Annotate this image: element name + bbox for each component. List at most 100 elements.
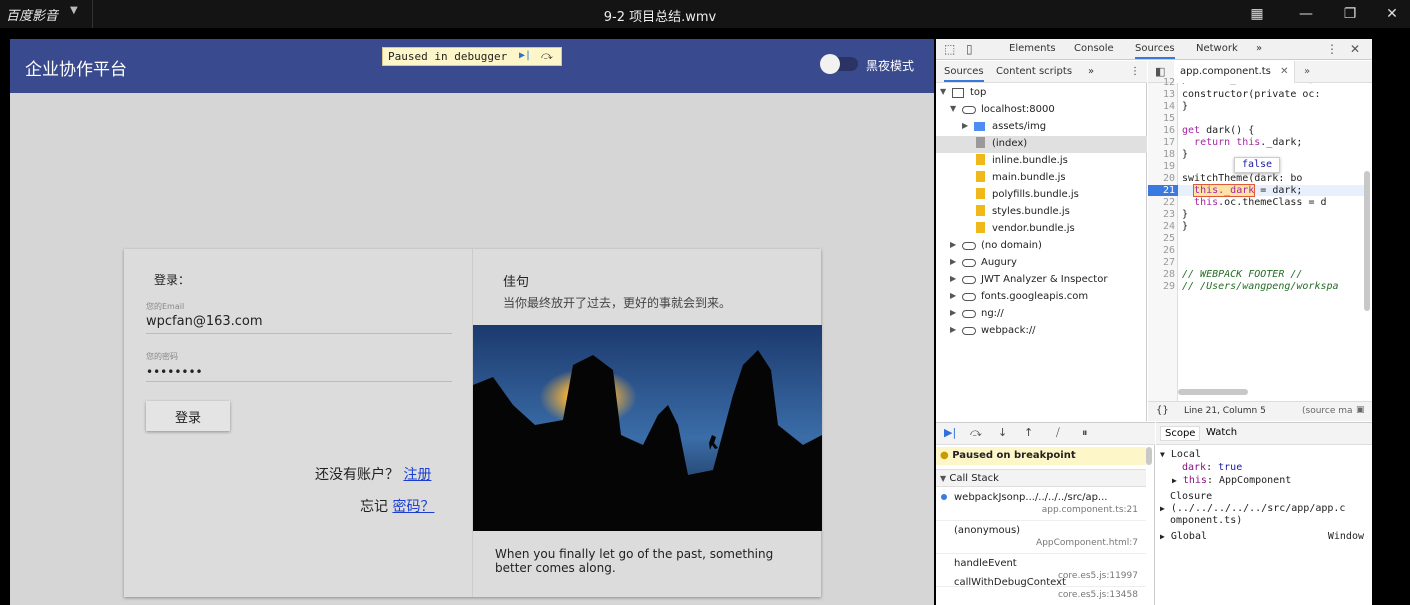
- tab-scope[interactable]: Scope: [1160, 426, 1201, 441]
- call-frame[interactable]: webpackJsonp.../../../../src/ap... app.c…: [936, 488, 1146, 521]
- tree-item-webpack[interactable]: ▶ webpack://: [936, 323, 1147, 340]
- tab-console[interactable]: Console: [1074, 43, 1114, 54]
- coverage-icon[interactable]: ▣: [1356, 405, 1365, 415]
- tree-item-fonts-googleapis[interactable]: ▶ fonts.googleapis.com: [936, 289, 1147, 306]
- password-field[interactable]: ••••••••: [146, 365, 203, 379]
- line-number[interactable]: 20: [1148, 173, 1175, 184]
- code-area[interactable]: private _dark = false; constructor(priva…: [1178, 83, 1364, 401]
- tree-item-vendor-bundle[interactable]: vendor.bundle.js: [936, 221, 1147, 238]
- code-line: switchTheme(dark: bo: [1182, 173, 1303, 184]
- resume-icon[interactable]: ▶|: [519, 50, 535, 64]
- editor-tab-app-component[interactable]: app.component.ts ✕: [1174, 61, 1296, 83]
- more-tabs-icon[interactable]: »: [1256, 43, 1262, 54]
- tree-item-top[interactable]: ▼ top: [936, 85, 1147, 102]
- tree-item-styles-bundle[interactable]: styles.bundle.js: [936, 204, 1147, 221]
- more-nav-tabs-icon[interactable]: »: [1088, 66, 1094, 77]
- tab-nav-sources[interactable]: Sources: [944, 66, 984, 82]
- line-number[interactable]: 29: [1148, 281, 1175, 292]
- line-number[interactable]: 19: [1148, 161, 1175, 172]
- tab-watch[interactable]: Watch: [1206, 427, 1237, 438]
- tree-item-index[interactable]: (index): [936, 136, 1147, 153]
- inspect-icon[interactable]: ⬚: [944, 42, 955, 56]
- step-into-icon[interactable]: ↓: [998, 426, 1007, 439]
- email-label: 您的Email: [146, 302, 185, 311]
- debugger-scrollbar[interactable]: [1146, 447, 1152, 465]
- tab-sources[interactable]: Sources: [1135, 43, 1175, 59]
- line-number[interactable]: 18: [1148, 149, 1175, 160]
- deactivate-breakpoints-icon[interactable]: ⧸: [1056, 426, 1060, 440]
- forgot-password-link[interactable]: 密码？: [392, 499, 434, 515]
- tree-item-main-bundle[interactable]: main.bundle.js: [936, 170, 1147, 187]
- pretty-print-icon[interactable]: {}: [1156, 405, 1169, 416]
- dark-mode-toggle[interactable]: [820, 54, 858, 74]
- resume-icon[interactable]: ▶|: [944, 426, 956, 439]
- close-tab-icon[interactable]: ✕: [1280, 66, 1288, 77]
- tree-item-jwt-analyzer[interactable]: ▶ JWT Analyzer & Inspector: [936, 272, 1147, 289]
- code-line: constructor(private oc:: [1182, 89, 1321, 100]
- email-field[interactable]: wpcfan@163.com: [146, 314, 263, 329]
- scope-global[interactable]: ▶ Global Window: [1160, 531, 1368, 542]
- step-over-icon[interactable]: ⤼: [541, 49, 557, 63]
- call-frame[interactable]: callWithDebugContext core.es5.js:13458: [936, 573, 1146, 605]
- pause-on-exceptions-icon[interactable]: ⏸: [1082, 426, 1088, 440]
- call-frame[interactable]: (anonymous) AppComponent.html:7: [936, 521, 1146, 554]
- collapsed-arrow-icon: ▶: [1160, 504, 1165, 513]
- more-editor-tabs-icon[interactable]: »: [1304, 66, 1310, 77]
- tree-item-polyfills-bundle[interactable]: polyfills.bundle.js: [936, 187, 1147, 204]
- scope-closure-item[interactable]: ▶ (../../../../../src/app/app.c: [1160, 503, 1345, 514]
- nav-menu-icon[interactable]: ⋮: [1130, 66, 1140, 77]
- editor-tabs: ◧ app.component.ts ✕ »: [1148, 61, 1372, 83]
- editor-status-bar: {} Line 21, Column 5 (source ma ▣: [1148, 401, 1372, 421]
- login-button[interactable]: 登录: [146, 401, 230, 431]
- tree-item-ng[interactable]: ▶ ng://: [936, 306, 1147, 323]
- scope-variable[interactable]: dark: true: [1182, 462, 1242, 473]
- line-number[interactable]: 16: [1148, 125, 1175, 136]
- tab-elements[interactable]: Elements: [1009, 43, 1056, 54]
- breakpoint-line-number[interactable]: 21: [1148, 185, 1178, 196]
- call-stack-header[interactable]: ▼ Call Stack: [936, 469, 1146, 487]
- line-number[interactable]: 12: [1148, 77, 1175, 88]
- closure-label: Closure: [1170, 491, 1213, 502]
- scope-local-header[interactable]: ▼ Local: [1160, 449, 1201, 460]
- line-number[interactable]: 17: [1148, 137, 1175, 148]
- chevron-down-icon[interactable]: ▼: [70, 5, 78, 16]
- close-icon[interactable]: ✕: [1380, 3, 1404, 25]
- tab-network[interactable]: Network: [1196, 43, 1238, 54]
- close-devtools-icon[interactable]: ✕: [1350, 42, 1360, 56]
- tab-content-scripts[interactable]: Content scripts: [996, 66, 1072, 77]
- line-number[interactable]: 28: [1148, 269, 1175, 280]
- line-number[interactable]: 14: [1148, 101, 1175, 112]
- collapsed-arrow-icon: ▶: [950, 291, 957, 300]
- line-number[interactable]: 25: [1148, 233, 1175, 244]
- tree-item-assets-img[interactable]: ▶ assets/img: [936, 119, 1147, 136]
- register-prompt: 还没有账户？ 注册: [315, 464, 431, 484]
- tree-item-augury[interactable]: ▶ Augury: [936, 255, 1147, 272]
- minimize-icon[interactable]: —: [1294, 3, 1318, 25]
- editor-horizontal-scrollbar[interactable]: [1178, 389, 1248, 395]
- scope-variable[interactable]: ▶ this: AppComponent: [1172, 475, 1291, 486]
- tree-item-localhost[interactable]: ▼ localhost:8000: [936, 102, 1147, 119]
- tree-item-label: inline.bundle.js: [992, 155, 1068, 166]
- grid-icon[interactable]: ▦: [1245, 3, 1269, 25]
- paused-banner: ● Paused on breakpoint: [936, 447, 1146, 465]
- device-toggle-icon[interactable]: ▯: [966, 42, 973, 56]
- player-app-name[interactable]: 百度影音: [6, 5, 58, 24]
- line-number[interactable]: 26: [1148, 245, 1175, 256]
- folder-icon: [974, 120, 985, 134]
- line-number[interactable]: 23: [1148, 209, 1175, 220]
- line-number[interactable]: 27: [1148, 257, 1175, 268]
- line-number[interactable]: 15: [1148, 113, 1175, 124]
- tree-item-inline-bundle[interactable]: inline.bundle.js: [936, 153, 1147, 170]
- restore-icon[interactable]: ❐: [1338, 3, 1362, 25]
- call-stack-title: Call Stack: [949, 473, 999, 484]
- line-number[interactable]: 24: [1148, 221, 1175, 232]
- editor-vertical-scrollbar[interactable]: [1364, 171, 1370, 311]
- tree-item-no-domain[interactable]: ▶ (no domain): [936, 238, 1147, 255]
- step-over-icon[interactable]: ⤼: [970, 426, 982, 440]
- closure-path-continued: omponent.ts): [1170, 515, 1243, 526]
- kebab-menu-icon[interactable]: ⋮: [1326, 42, 1338, 56]
- line-number[interactable]: 13: [1148, 89, 1175, 100]
- step-out-icon[interactable]: ↑: [1024, 426, 1033, 439]
- register-link[interactable]: 注册: [403, 467, 431, 483]
- line-number[interactable]: 22: [1148, 197, 1175, 208]
